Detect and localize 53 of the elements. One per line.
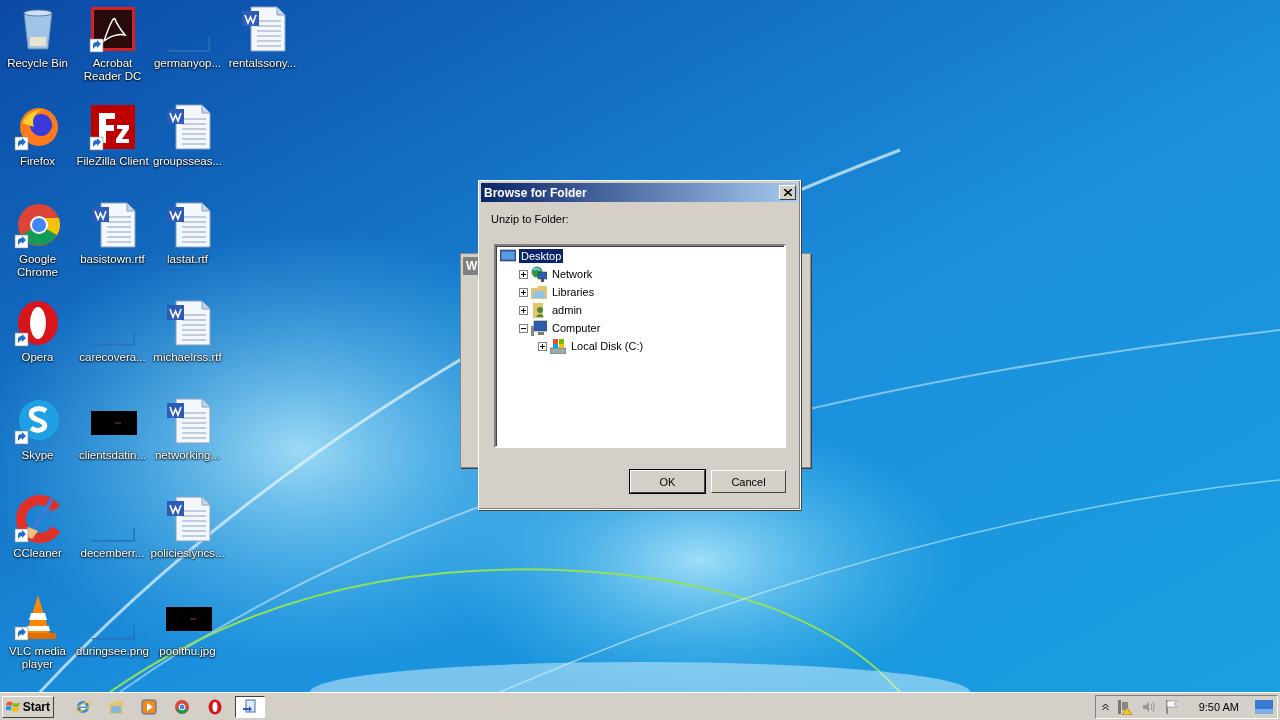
icon-label[interactable]: CCleaner (13, 547, 62, 560)
icon-label[interactable]: basistown.rtf (80, 253, 145, 266)
icon-label[interactable]: groupsseas... (152, 155, 222, 168)
icon-label[interactable]: Acrobat Reader DC (75, 57, 150, 83)
folder-icon (108, 698, 124, 715)
icon-label[interactable]: rentalssony... (228, 57, 297, 70)
network-icon (531, 266, 547, 282)
ok-button[interactable]: OK (630, 470, 705, 493)
tree-item[interactable]: Local Disk (C:) (569, 339, 646, 353)
user-folder-icon (531, 302, 547, 318)
folder-icon (531, 284, 547, 300)
icon-label[interactable]: Opera (21, 351, 54, 364)
tree-item[interactable]: Network (550, 267, 595, 281)
flag-icon[interactable] (1164, 698, 1179, 715)
collapse-icon[interactable] (519, 323, 528, 333)
show-desktop-icon[interactable] (1255, 699, 1273, 714)
icon-label[interactable]: decemberr... (80, 547, 145, 560)
computer-icon (531, 320, 547, 336)
tree-item[interactable]: Computer (550, 321, 603, 335)
icon-label[interactable]: germanyop... (153, 57, 222, 70)
expand-icon[interactable] (519, 269, 528, 279)
prompt-text: Unzip to Folder: (491, 213, 570, 225)
cancel-button[interactable]: Cancel (711, 470, 786, 493)
icon-label[interactable]: FileZilla Client (76, 155, 149, 168)
tree-item[interactable]: Libraries (550, 285, 597, 299)
icon-label[interactable]: lastat.rtf (167, 253, 208, 266)
expand-icon[interactable] (538, 341, 547, 351)
icon-label[interactable]: Firefox (19, 155, 56, 168)
icon-label[interactable]: Recycle Bin (7, 57, 68, 70)
network-warning-icon[interactable] (1116, 698, 1133, 715)
media-player-icon (141, 698, 157, 715)
expand-icon[interactable] (519, 287, 528, 297)
desktop-icon (500, 248, 516, 264)
close-icon (783, 189, 792, 196)
chrome-icon (174, 698, 190, 715)
taskbar-button[interactable] (235, 695, 265, 718)
clock[interactable]: 9:50 AM (1198, 700, 1239, 713)
tree-item[interactable]: admin (550, 303, 584, 317)
icon-label[interactable]: Google Chrome (0, 253, 75, 279)
drive-icon (550, 338, 566, 354)
icon-label[interactable]: Skype (21, 449, 54, 462)
start-button[interactable]: Start (2, 695, 54, 718)
close-button[interactable] (779, 185, 796, 200)
expand-icon[interactable] (519, 305, 528, 315)
dialog-title: Browse for Folder (484, 185, 587, 200)
tree-item[interactable]: Desktop (519, 249, 564, 263)
installer-icon (242, 698, 258, 715)
opera-icon (207, 698, 223, 715)
chevron-up-icon[interactable] (1101, 702, 1109, 711)
icon-label[interactable]: carecovera... (79, 351, 146, 364)
windows-logo-icon (6, 699, 21, 714)
icon-label[interactable]: VLC media player (0, 645, 75, 671)
browser-icon (75, 698, 91, 715)
